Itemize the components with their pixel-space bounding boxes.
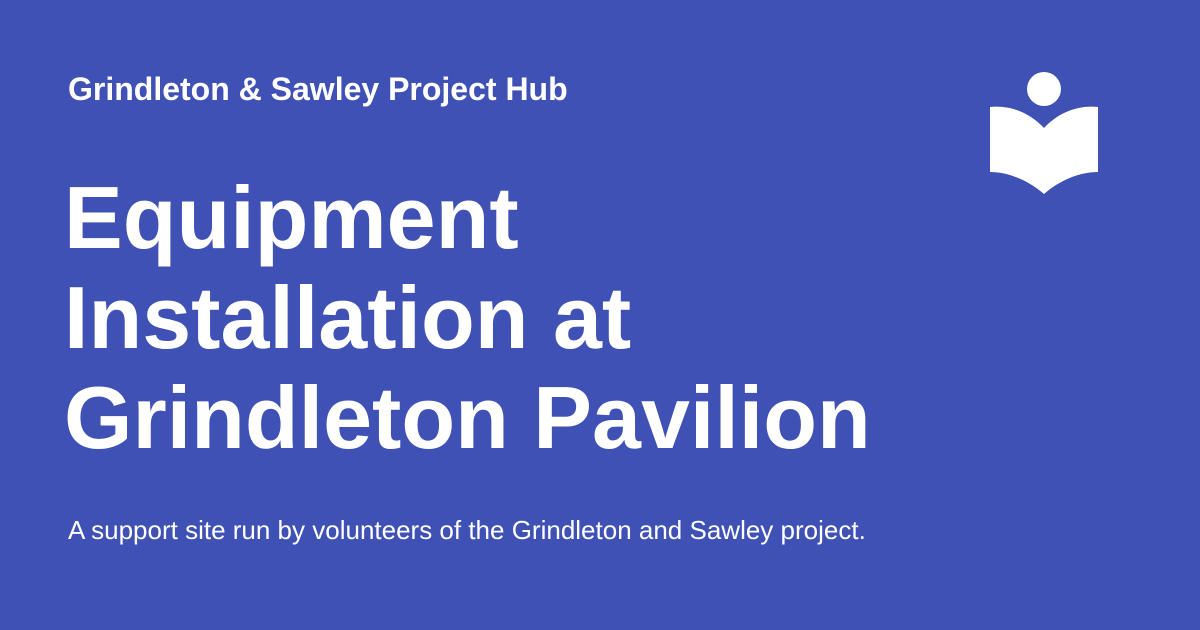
site-tagline: A support site run by volunteers of the … bbox=[68, 515, 866, 545]
site-name: Grindleton & Sawley Project Hub bbox=[68, 71, 568, 107]
person-reading-book-icon bbox=[988, 70, 1100, 198]
share-card: Grindleton & Sawley Project Hub Equipmen… bbox=[0, 0, 1200, 630]
page-title: Equipment Installation at Grindleton Pav… bbox=[64, 168, 871, 467]
